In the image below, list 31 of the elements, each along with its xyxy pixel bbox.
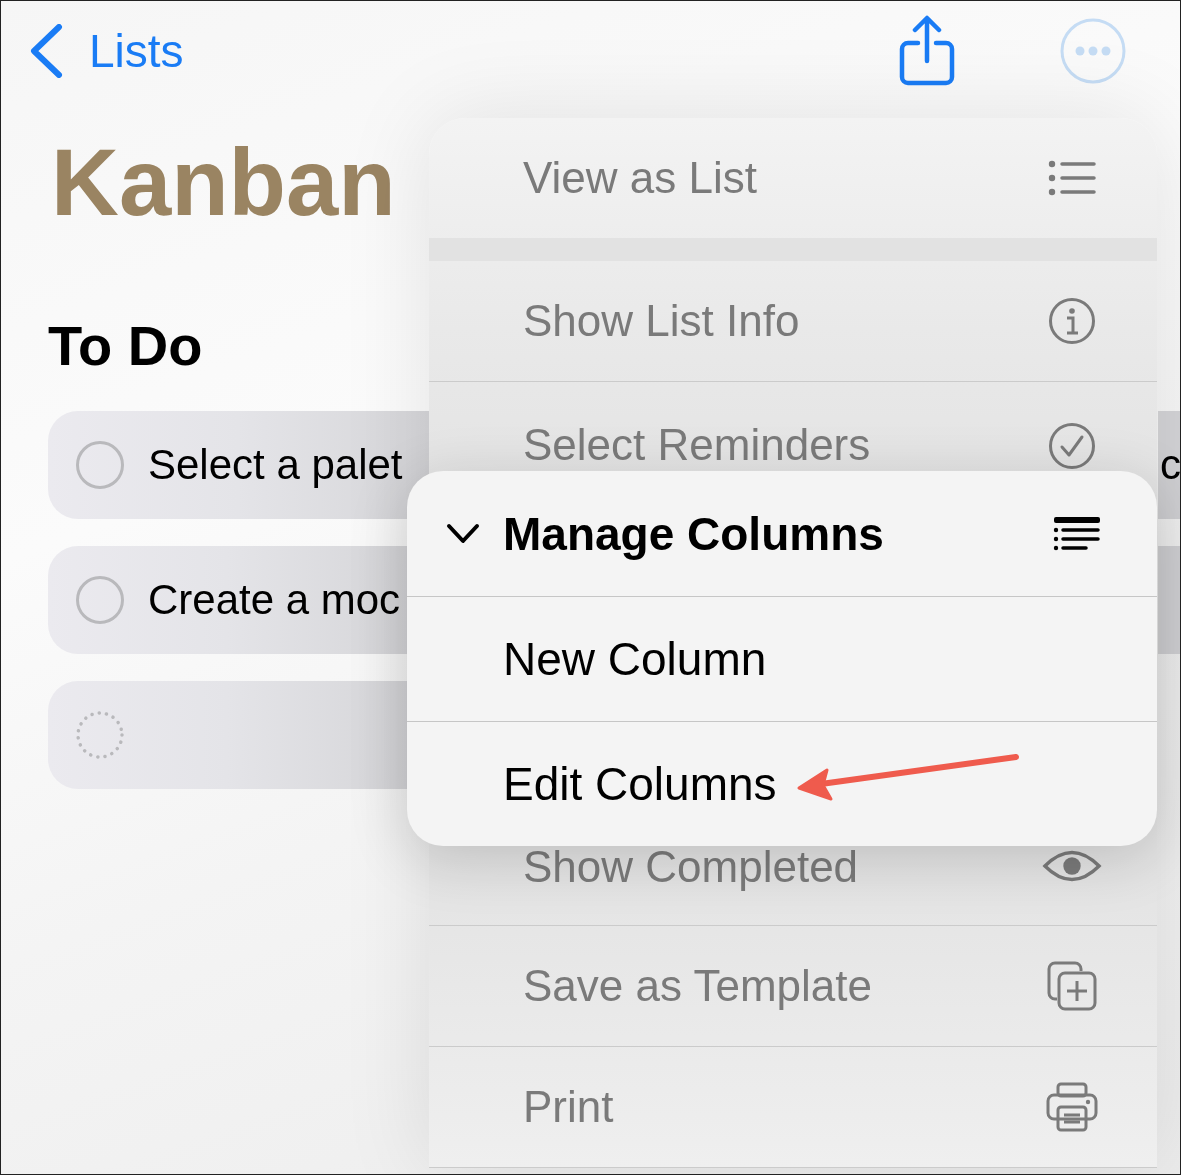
list-icon xyxy=(1048,160,1096,196)
reminder-text: Create a moc xyxy=(148,576,401,624)
reminder-text: Select a palet xyxy=(148,441,403,489)
reminder-text: c xyxy=(1160,441,1180,489)
text-lines-icon xyxy=(1052,515,1100,552)
checkbox[interactable] xyxy=(76,441,124,489)
checkmark-circle-icon xyxy=(1048,422,1096,470)
back-button[interactable]: Lists xyxy=(29,24,184,78)
menu-item[interactable]: Save as Template xyxy=(429,926,1157,1047)
eye-icon xyxy=(1042,848,1102,884)
duplicate-plus-icon xyxy=(1047,961,1097,1011)
column-title: To Do xyxy=(48,316,203,376)
menu-item[interactable]: Select Reminders xyxy=(429,382,1157,470)
more-button[interactable] xyxy=(1060,18,1126,84)
new-reminder-row[interactable] xyxy=(48,681,407,789)
menu-item[interactable]: Show List Info xyxy=(429,261,1157,382)
dotted-circle-icon xyxy=(76,711,124,759)
reminder-card[interactable]: Create a moc xyxy=(48,546,407,654)
list-title: Kanban xyxy=(51,133,396,233)
info-icon xyxy=(1048,297,1096,345)
printer-icon xyxy=(1046,1082,1098,1132)
reminder-card[interactable]: Select a palet xyxy=(48,411,429,519)
menu-item[interactable]: View as List xyxy=(429,118,1157,238)
more-icon xyxy=(1060,18,1126,84)
share-icon xyxy=(898,15,956,87)
menu-item[interactable]: Print xyxy=(429,1047,1157,1168)
back-chevron-icon xyxy=(29,24,63,78)
share-button[interactable] xyxy=(898,15,956,87)
reminder-card[interactable]: c xyxy=(1158,411,1180,519)
menu-item[interactable]: New Column xyxy=(407,596,1157,721)
checkbox[interactable] xyxy=(76,576,124,624)
